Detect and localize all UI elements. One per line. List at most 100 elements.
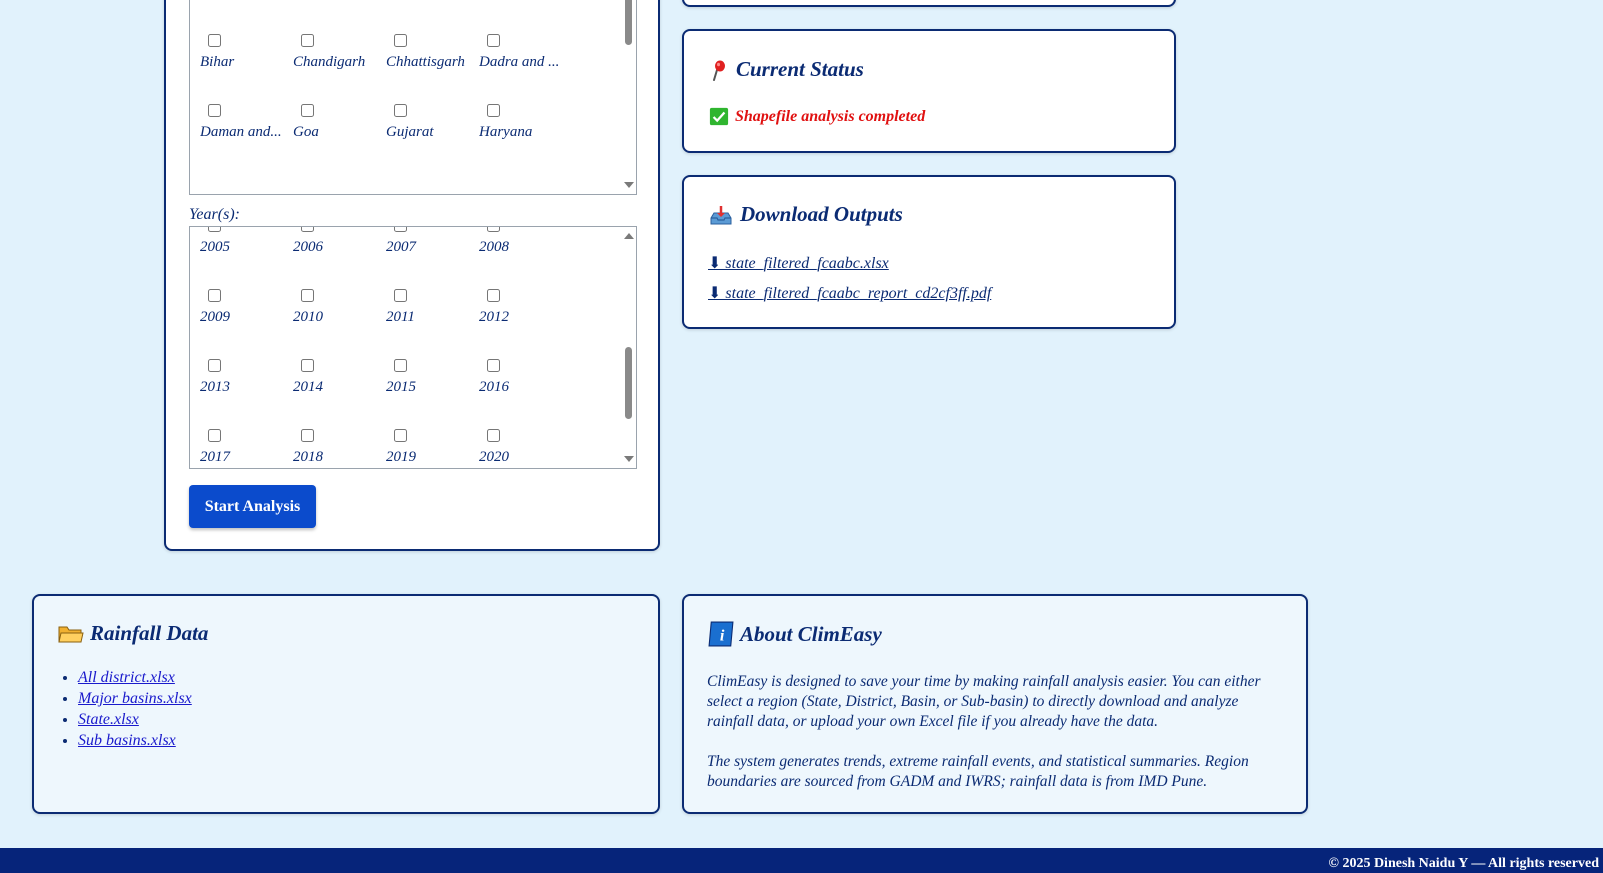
region-option[interactable]: Chandigarh [293, 34, 385, 104]
region-option[interactable]: Bihar [200, 34, 292, 104]
region-label: Arunachal ... [386, 0, 478, 1]
year-option[interactable]: 2008 [479, 227, 571, 289]
year-option[interactable]: 2009 [200, 289, 292, 359]
year-label: 2013 [200, 379, 230, 395]
about-paragraph-2: The system generates trends, extreme rai… [707, 753, 1249, 790]
scroll-down-arrow-icon[interactable] [624, 456, 634, 462]
year-label: 2019 [386, 449, 416, 465]
year-label: 2014 [293, 379, 323, 395]
region-label: Andaman a... [200, 0, 292, 1]
year-option[interactable]: 2013 [200, 359, 292, 429]
year-scrollbar[interactable] [621, 227, 636, 468]
folder-icon [58, 626, 84, 642]
region-checkbox[interactable] [208, 104, 221, 117]
list-item: State.xlsx [78, 710, 192, 729]
scroll-down-arrow-icon[interactable] [624, 182, 634, 188]
region-option[interactable]: Andhra Pra... [293, 0, 385, 34]
file-link-major-basins[interactable]: Major basins.xlsx [78, 690, 192, 707]
year-checkbox[interactable] [394, 227, 407, 232]
year-checkbox[interactable] [208, 289, 221, 302]
region-checkbox[interactable] [301, 34, 314, 47]
year-select-list[interactable]: 2005 2006 2007 2008 2009 2010 2011 2012 2013 2014… [189, 226, 637, 469]
region-option[interactable]: Goa [293, 104, 385, 174]
rainfall-data-card: Rainfall Data All district.xlsx Major ba… [32, 594, 660, 814]
region-option[interactable]: Andaman a... [200, 0, 292, 34]
year-scrollbar-thumb[interactable] [625, 347, 632, 419]
year-option[interactable]: 2010 [293, 289, 385, 359]
year-checkbox[interactable] [487, 429, 500, 442]
region-label: Gujarat [386, 124, 434, 140]
region-label: Andhra Pra... [293, 0, 385, 1]
year-option[interactable]: 2006 [293, 227, 385, 289]
download-outputs-card: Download Outputs ⬇ state_filtered_fcaabc… [682, 175, 1176, 329]
year-checkbox[interactable] [487, 359, 500, 372]
file-link-sub-basins[interactable]: Sub basins.xlsx [78, 732, 176, 749]
region-checkbox[interactable] [301, 104, 314, 117]
year-label: Year(s): [189, 206, 240, 223]
rainfall-file-list: All district.xlsx Major basins.xlsx Stat… [78, 668, 192, 752]
region-option[interactable]: Haryana [479, 104, 571, 174]
region-option[interactable]: Arunachal ... [386, 0, 478, 34]
region-checkbox[interactable] [394, 34, 407, 47]
region-checkbox[interactable] [487, 104, 500, 117]
scroll-up-arrow-icon[interactable] [624, 233, 634, 239]
year-label: 2009 [200, 309, 230, 325]
region-scrollbar[interactable] [621, 0, 636, 194]
year-label: 2012 [479, 309, 509, 325]
year-option[interactable]: 2019 [386, 429, 478, 468]
region-checkbox[interactable] [487, 34, 500, 47]
download-link-pdf[interactable]: ⬇ state_filtered_fcaabc_report_cd2cf3ff.… [708, 285, 991, 302]
year-label: 2016 [479, 379, 509, 395]
region-option[interactable]: Assam [479, 0, 571, 34]
year-option[interactable]: 2007 [386, 227, 478, 289]
file-link-state[interactable]: State.xlsx [78, 711, 139, 728]
year-checkbox[interactable] [208, 429, 221, 442]
region-option[interactable]: Gujarat [386, 104, 478, 174]
about-title-text: About ClimEasy [740, 621, 882, 646]
year-label: 2011 [386, 309, 415, 325]
region-option[interactable]: Chhattisgarh [386, 34, 478, 104]
svg-text:i: i [720, 627, 725, 645]
year-checkbox[interactable] [208, 359, 221, 372]
file-link-all-district[interactable]: All district.xlsx [78, 669, 175, 686]
region-checkbox[interactable] [208, 34, 221, 47]
year-checkbox[interactable] [301, 429, 314, 442]
year-label: 2005 [200, 239, 230, 255]
year-label: 2015 [386, 379, 416, 395]
year-option[interactable]: 2005 [200, 227, 292, 289]
region-option[interactable]: Daman and... [200, 104, 292, 174]
year-checkbox[interactable] [301, 359, 314, 372]
year-option[interactable]: 2017 [200, 429, 292, 468]
year-checkbox[interactable] [394, 359, 407, 372]
year-option[interactable]: 2012 [479, 289, 571, 359]
year-label: 2020 [479, 449, 509, 465]
year-checkbox[interactable] [487, 289, 500, 302]
region-checkbox[interactable] [394, 104, 407, 117]
region-label: Assam [479, 0, 571, 1]
region-label: Chhattisgarh [386, 54, 465, 70]
region-select-list[interactable]: Andaman a...Andhra Pra...Arunachal ...As… [189, 0, 637, 195]
year-option[interactable]: 2015 [386, 359, 478, 429]
year-option[interactable]: 2016 [479, 359, 571, 429]
year-label: 2007 [386, 239, 416, 255]
year-checkbox[interactable] [394, 429, 407, 442]
region-label: Dadra and ... [479, 54, 560, 70]
region-option[interactable]: Dadra and ... [479, 34, 571, 104]
year-option[interactable]: 2018 [293, 429, 385, 468]
year-checkbox[interactable] [301, 289, 314, 302]
year-checkbox[interactable] [394, 289, 407, 302]
region-scrollbar-thumb[interactable] [625, 0, 632, 45]
rainfall-title: Rainfall Data [58, 621, 208, 646]
year-checkbox[interactable] [301, 227, 314, 232]
region-label: Bihar [200, 54, 235, 70]
year-option[interactable]: 2020 [479, 429, 571, 468]
year-option[interactable]: 2011 [386, 289, 478, 359]
about-card: i About ClimEasy ClimEasy is designed to… [682, 594, 1308, 814]
year-option[interactable]: 2014 [293, 359, 385, 429]
region-label: Goa [293, 124, 319, 140]
download-link-xlsx[interactable]: ⬇ state_filtered_fcaabc.xlsx [708, 255, 889, 272]
year-checkbox[interactable] [487, 227, 500, 232]
start-analysis-button[interactable]: Start Analysis [189, 485, 316, 528]
year-checkbox[interactable] [208, 227, 221, 232]
downloads-title: Download Outputs [708, 202, 903, 227]
